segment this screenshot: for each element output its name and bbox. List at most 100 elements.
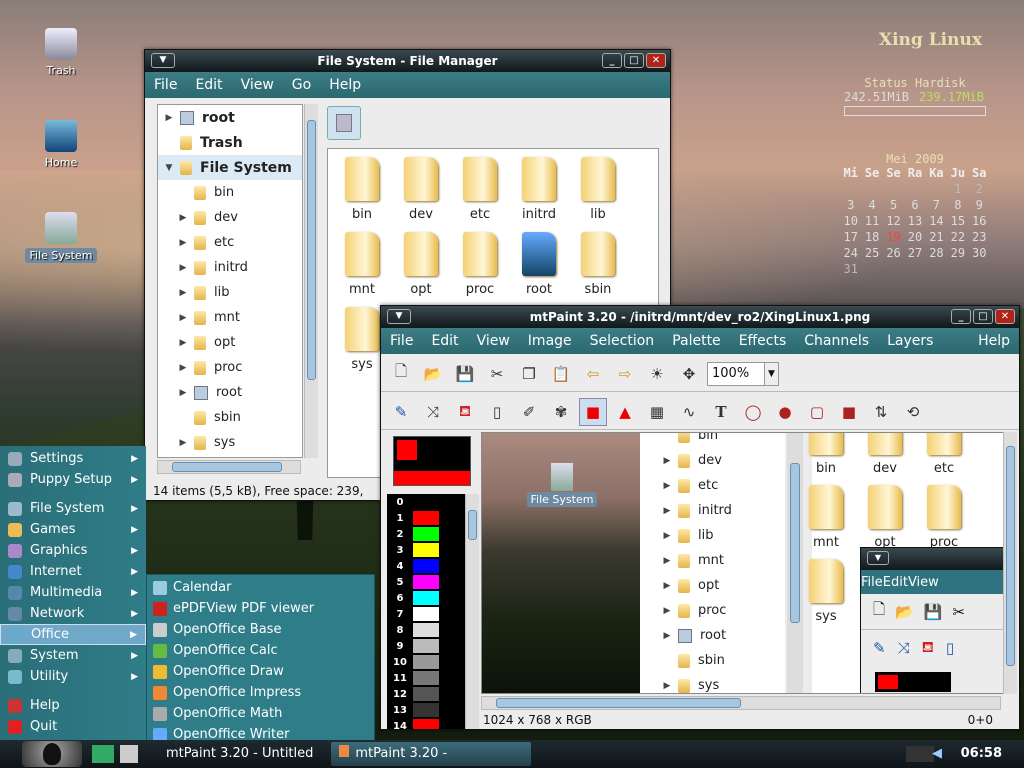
expander-icon[interactable]: ▶ bbox=[176, 438, 190, 448]
cut-icon[interactable]: ✂ bbox=[483, 360, 511, 388]
paste-icon[interactable]: 📋 bbox=[547, 360, 575, 388]
pattern-swatch[interactable] bbox=[394, 471, 470, 485]
palette-color[interactable] bbox=[413, 543, 439, 557]
window-menu-button[interactable]: ▼ bbox=[151, 53, 175, 68]
menu-view[interactable]: View bbox=[468, 333, 519, 349]
menu-file[interactable]: File bbox=[145, 77, 186, 93]
palette-entry[interactable]: 11 bbox=[387, 670, 467, 686]
palette-entry[interactable]: 1 bbox=[387, 510, 467, 526]
select-rectangle-icon[interactable]: ■ bbox=[579, 397, 607, 426]
menu-layers[interactable]: Layers bbox=[878, 333, 942, 349]
canvas-vscrollbar[interactable] bbox=[1003, 432, 1017, 694]
palette-entry[interactable]: 5 bbox=[387, 574, 467, 590]
file-grid-item[interactable]: dev bbox=[395, 157, 447, 222]
palette-color[interactable] bbox=[413, 575, 439, 589]
flip-icon[interactable]: ⇅ bbox=[867, 398, 895, 426]
menu-palette[interactable]: Palette bbox=[663, 333, 730, 349]
ellipse-outline-icon[interactable]: ◯ bbox=[739, 398, 767, 426]
show-desktop-icon[interactable] bbox=[92, 745, 114, 763]
expander-icon[interactable]: ▶ bbox=[176, 338, 190, 348]
start-menu-item[interactable]: Multimedia ▶ bbox=[0, 582, 146, 603]
open-icon[interactable]: 📂 bbox=[419, 360, 447, 388]
start-menu-item[interactable]: Network ▶ bbox=[0, 603, 146, 624]
shuffle-icon[interactable]: ⤨ bbox=[419, 398, 447, 426]
select-polygon-icon[interactable]: ▲ bbox=[611, 398, 639, 426]
palette-entry[interactable]: 0 bbox=[387, 494, 467, 510]
tree-item[interactable]: ▶ proc bbox=[158, 355, 302, 380]
file-manager-titlebar[interactable]: ▼ File System - File Manager _ □ ✕ bbox=[145, 50, 670, 72]
palette-entry[interactable]: 9 bbox=[387, 638, 467, 654]
desktop-icon-file-system[interactable]: File System bbox=[25, 212, 97, 263]
menu-effects[interactable]: Effects bbox=[730, 333, 796, 349]
rect-filled-icon[interactable]: ■ bbox=[835, 398, 863, 426]
start-menu-item[interactable]: Utility ▶ bbox=[0, 666, 146, 687]
start-button[interactable] bbox=[22, 741, 82, 767]
start-menu-item[interactable]: Games ▶ bbox=[0, 519, 146, 540]
ellipse-filled-icon[interactable]: ● bbox=[771, 398, 799, 426]
file-grid-item[interactable]: lib bbox=[572, 157, 624, 222]
start-menu-item[interactable]: File System ▶ bbox=[0, 498, 146, 519]
copy-icon[interactable]: ❐ bbox=[515, 360, 543, 388]
palette-entry[interactable]: 2 bbox=[387, 526, 467, 542]
menu-image[interactable]: Image bbox=[519, 333, 581, 349]
tree-item[interactable]: ▶ initrd bbox=[158, 255, 302, 280]
expander-icon[interactable]: ▶ bbox=[176, 238, 190, 248]
menu-edit[interactable]: Edit bbox=[186, 77, 231, 93]
tree-item[interactable]: bin bbox=[158, 180, 302, 205]
move-icon[interactable]: ✥ bbox=[675, 360, 703, 388]
office-menu-item[interactable]: OpenOffice Calc bbox=[147, 640, 374, 661]
palette-entry[interactable]: 8 bbox=[387, 622, 467, 638]
file-grid-item[interactable]: proc bbox=[454, 232, 506, 297]
straight-line-icon[interactable]: ▯ bbox=[483, 398, 511, 426]
desktop-icon-trash[interactable]: Trash bbox=[25, 28, 97, 77]
mtpaint-titlebar[interactable]: ▼ mtPaint 3.20 - /initrd/mnt/dev_ro2/Xin… bbox=[381, 306, 1019, 328]
file-grid-item[interactable]: opt bbox=[395, 232, 447, 297]
text-icon[interactable]: T bbox=[707, 398, 735, 426]
palette-scroll-thumb[interactable] bbox=[468, 510, 477, 540]
expander-icon[interactable]: ▶ bbox=[162, 113, 176, 123]
menu-view[interactable]: View bbox=[232, 77, 283, 93]
office-menu-item[interactable]: ePDFView PDF viewer bbox=[147, 598, 374, 619]
up-location-button[interactable] bbox=[327, 106, 361, 140]
office-menu-item[interactable]: OpenOffice Math bbox=[147, 703, 374, 724]
menu-file[interactable]: File bbox=[861, 575, 883, 590]
tree-item[interactable]: ▶ opt bbox=[158, 330, 302, 355]
palette-color[interactable] bbox=[413, 639, 439, 653]
tree-item[interactable]: ▶ root bbox=[158, 380, 302, 405]
tree-hscrollbar[interactable] bbox=[157, 460, 301, 474]
file-grid-item[interactable]: etc bbox=[454, 157, 506, 222]
tree-item[interactable]: ▶ etc bbox=[158, 230, 302, 255]
palette-color[interactable] bbox=[413, 591, 439, 605]
tree-scroll-thumb[interactable] bbox=[307, 120, 316, 380]
start-menu-item[interactable]: Office ▶ bbox=[0, 624, 146, 645]
task-mtpaint-untitled[interactable]: mtPaint 3.20 - Untitled bbox=[158, 742, 321, 766]
file-grid-item[interactable]: mnt bbox=[336, 232, 388, 297]
flood-fill-icon[interactable]: ⛾ bbox=[451, 398, 479, 426]
lasso-icon[interactable]: ∿ bbox=[675, 398, 703, 426]
palette-entry[interactable]: 4 bbox=[387, 558, 467, 574]
tree-item[interactable]: ▶ lib bbox=[158, 280, 302, 305]
palette-color[interactable] bbox=[413, 703, 439, 717]
palette-entry[interactable]: 3 bbox=[387, 542, 467, 558]
tree-item[interactable]: ▶ sys bbox=[158, 430, 302, 455]
palette-scrollbar[interactable] bbox=[465, 494, 479, 729]
minimize-button[interactable]: _ bbox=[951, 309, 971, 324]
window-menu-button[interactable]: ▼ bbox=[387, 309, 411, 324]
tree-item[interactable]: ▼ File System bbox=[158, 155, 302, 180]
image-canvas[interactable]: File System bin ▶ dev ▶ etc ▶ initrd ▶ lib ▶ mnt ▶ o… bbox=[481, 432, 1008, 694]
canvas-hscrollbar[interactable] bbox=[481, 696, 1001, 710]
file-grid-item[interactable]: sbin bbox=[572, 232, 624, 297]
speaker-icon[interactable]: ◀ bbox=[932, 746, 946, 762]
palette-entry[interactable]: 13 bbox=[387, 702, 467, 718]
start-menu-item[interactable]: Puppy Setup ▶ bbox=[0, 469, 146, 490]
office-submenu[interactable]: Calendar ePDFView PDF viewer OpenOffice Ba… bbox=[146, 574, 375, 768]
tree-item[interactable]: sbin bbox=[158, 405, 302, 430]
brightness-icon[interactable]: ☀ bbox=[643, 360, 671, 388]
expander-icon[interactable]: ▶ bbox=[176, 263, 190, 273]
palette-color[interactable] bbox=[413, 559, 439, 573]
tree-item[interactable]: ▶ dev bbox=[158, 205, 302, 230]
maximize-button[interactable]: □ bbox=[973, 309, 993, 324]
start-menu-item[interactable]: Help bbox=[0, 695, 146, 716]
file-grid-item[interactable]: bin bbox=[336, 157, 388, 222]
canvas-vscroll-thumb[interactable] bbox=[1006, 446, 1015, 666]
